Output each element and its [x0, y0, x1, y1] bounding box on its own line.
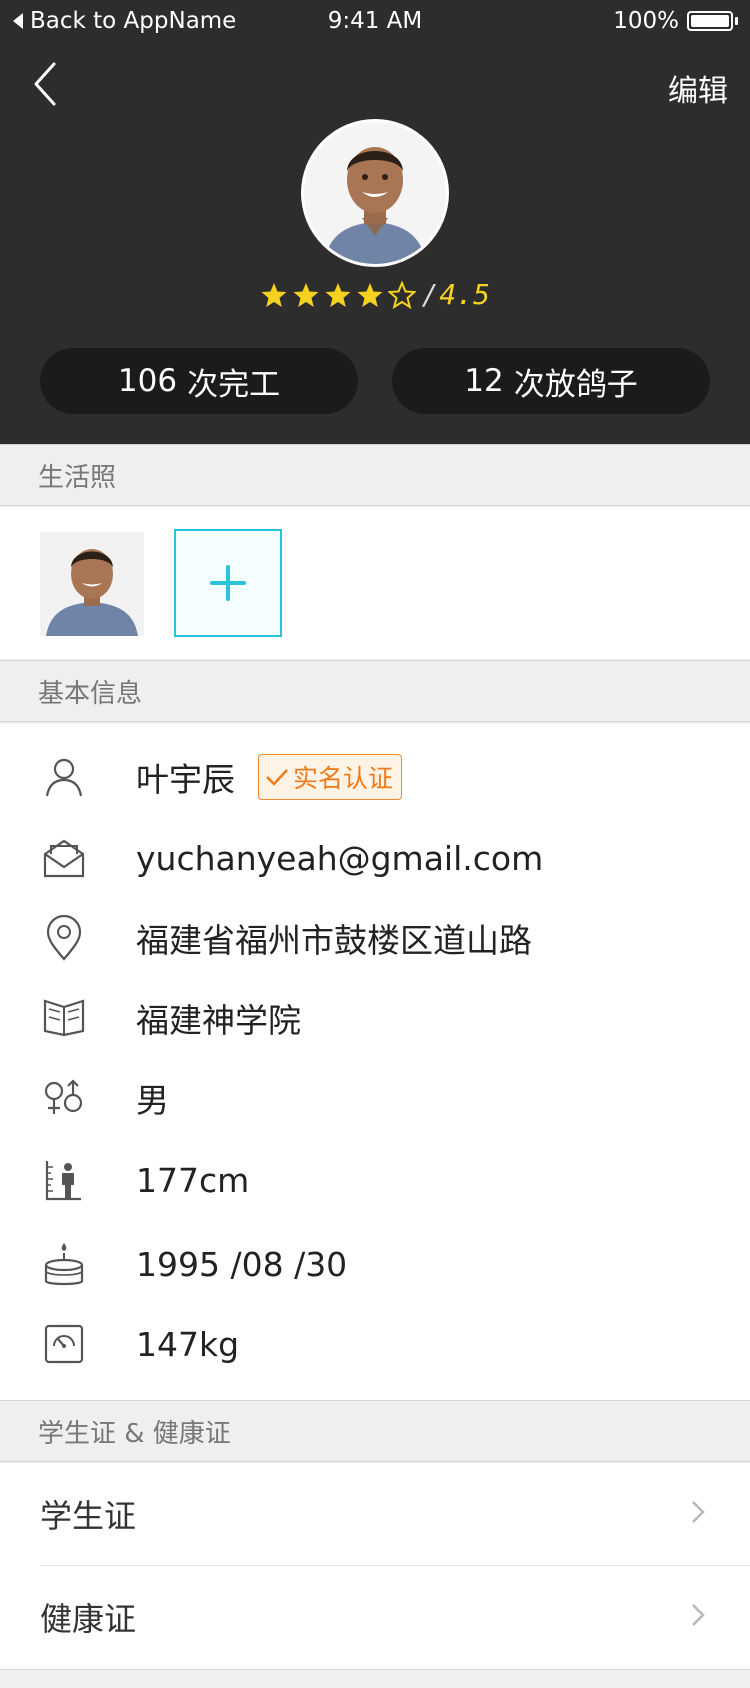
status-bar: Back to AppName 9:41 AM 100% — [0, 0, 750, 44]
verified-label: 实名认证 — [293, 764, 394, 793]
user-gender: 男 — [136, 1081, 169, 1120]
user-birthday: 1995 /08 /30 — [136, 1244, 348, 1284]
check-icon — [266, 769, 288, 786]
section-docs-title: 学生证 & 健康证 — [38, 1418, 231, 1449]
section-photos-header: 生活照 — [0, 444, 750, 506]
photo-image — [40, 532, 144, 636]
star-filled-icon — [261, 282, 287, 307]
section-photos-title: 生活照 — [38, 462, 117, 493]
bottom-divider — [0, 1669, 750, 1670]
info-row-school[interactable]: 福建神学院 — [0, 978, 750, 1058]
gender-icon — [42, 1076, 86, 1120]
section-basic-header: 基本信息 — [0, 660, 750, 722]
completed-jobs-label: 次完工 — [187, 366, 281, 403]
info-row-birthday[interactable]: 1995 /08 /30 — [0, 1224, 750, 1304]
height-ruler-icon — [42, 1158, 86, 1202]
no-show-label: 次放鸽子 — [513, 366, 638, 403]
student-card-row[interactable]: 学生证 — [0, 1463, 750, 1565]
edit-button[interactable]: 编辑 — [668, 66, 728, 110]
docs-panel: 学生证 健康证 — [0, 1463, 750, 1669]
battery-icon — [687, 11, 733, 31]
user-weight: 147kg — [136, 1324, 240, 1364]
info-row-email[interactable]: yuchanyeah@gmail.com — [0, 818, 750, 898]
user-height: 177cm — [136, 1160, 250, 1200]
user-email: yuchanyeah@gmail.com — [136, 838, 544, 878]
user-address: 福建省福州市鼓楼区道山路 — [136, 921, 532, 960]
info-row-weight[interactable]: 147kg — [0, 1304, 750, 1384]
rating-separator: / — [423, 278, 434, 311]
completed-jobs-pill[interactable]: 106 次完工 — [40, 348, 358, 414]
mail-icon — [42, 836, 86, 880]
user-name: 叶宇辰 — [136, 760, 235, 799]
battery-cap — [735, 17, 738, 25]
back-button[interactable] — [30, 60, 70, 110]
chevron-right-icon — [690, 1499, 706, 1529]
section-basic-title: 基本信息 — [38, 678, 143, 709]
user-icon — [42, 755, 86, 799]
location-pin-icon — [42, 915, 86, 961]
photos-panel — [0, 507, 750, 659]
info-row-gender[interactable]: 男 — [0, 1058, 750, 1138]
info-row-address[interactable]: 福建省福州市鼓楼区道山路 — [0, 898, 750, 978]
chevron-left-icon — [34, 62, 56, 106]
chevron-right-icon — [690, 1602, 706, 1632]
health-card-row[interactable]: 健康证 — [0, 1566, 750, 1668]
star-outline-icon — [387, 280, 416, 309]
battery-indicator: 100% — [613, 8, 738, 34]
rating-stars — [260, 280, 416, 309]
birthday-cake-icon — [42, 1242, 86, 1286]
book-icon — [42, 996, 86, 1040]
avatar[interactable] — [304, 122, 446, 264]
avatar-image — [304, 122, 446, 264]
info-row-name[interactable]: 叶宇辰 实名认证 — [0, 737, 750, 817]
info-row-height[interactable]: 177cm — [0, 1140, 750, 1220]
health-card-label: 健康证 — [40, 1600, 137, 1638]
battery-percent: 100% — [613, 8, 679, 34]
star-filled-icon — [357, 282, 383, 307]
no-show-count: 12 — [464, 363, 504, 399]
completed-jobs-count: 106 — [117, 363, 178, 399]
scale-icon — [42, 1322, 86, 1366]
no-show-pill[interactable]: 12 次放鸽子 — [392, 348, 710, 414]
basic-info-panel: 叶宇辰 实名认证 yuchanyeah@gmail.com 福建省福州市鼓楼区道… — [0, 724, 750, 1400]
star-filled-icon — [293, 282, 319, 307]
student-card-label: 学生证 — [40, 1497, 137, 1535]
star-filled-icon — [325, 282, 351, 307]
verified-badge: 实名认证 — [258, 754, 403, 800]
photo-thumbnail[interactable] — [40, 532, 144, 636]
add-photo-button[interactable] — [174, 529, 282, 637]
profile-header: Back to AppName 9:41 AM 100% 编辑 / 4.5 10… — [0, 0, 750, 444]
rating: / 4.5 — [0, 278, 750, 311]
rating-value: 4.5 — [439, 278, 490, 311]
user-school: 福建神学院 — [136, 1001, 301, 1040]
section-docs-header: 学生证 & 健康证 — [0, 1400, 750, 1462]
plus-icon — [210, 565, 246, 601]
